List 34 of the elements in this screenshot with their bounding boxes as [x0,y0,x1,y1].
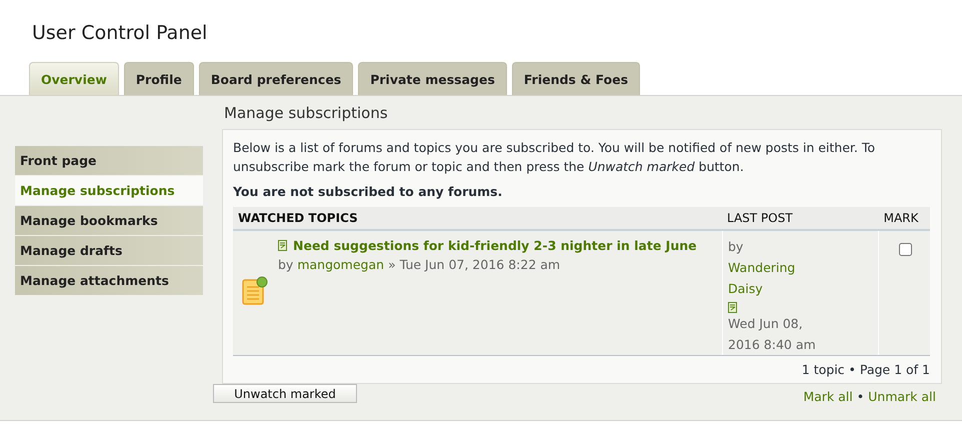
sidebar-item[interactable]: Manage attachments [15,266,203,295]
unmark-all-link[interactable]: Unmark all [868,389,936,404]
post-date: Wed Jun 08, 2016 8:40 am [728,315,817,354]
post-date: Tue Jun 07, 2016 8:22 am [400,256,560,274]
description-text: Below is a list of forums and topics you are subscribed to. You will be notified of new posts in either. To unsubscribe mark the forum or topic and then press the Unwatch marked button. [233,139,876,176]
author-link[interactable]: mangomegan [297,255,384,274]
notice-text: You are not subscribed to any forums. [233,184,504,199]
by-label: by [278,256,294,274]
separator-text: • [856,389,864,404]
unwatch-button[interactable]: Unwatch marked [213,384,357,403]
mark-checkbox[interactable] [898,243,912,256]
mark-all-link[interactable]: Mark all [803,389,853,404]
tab[interactable]: Friends & Foes [512,62,640,95]
tab[interactable]: Private messages [358,62,507,95]
sidebar-item[interactable]: Front page [15,146,203,175]
topic-link[interactable]: Need suggestions for kid-friendly 2-3 nighter in late June [293,236,697,255]
column-header: MARK [882,211,920,225]
post-icon[interactable] [728,302,738,313]
tab[interactable]: Board preferences [198,62,354,95]
topic-icon [242,276,268,306]
author-link[interactable]: Wandering Daisy [728,257,818,299]
post-icon [278,240,288,251]
separator-text: » [388,256,396,274]
pagination-text: 1 topic • Page 1 of 1 [800,361,930,377]
sidebar-item[interactable]: Manage subscriptions [15,176,203,205]
sidebar-item[interactable]: Manage drafts [15,236,203,265]
by-label: by [728,238,744,256]
column-header: WATCHED TOPICS [237,211,359,225]
column-header: LAST POST [727,211,794,225]
section-heading: Manage subscriptions [223,103,389,124]
page-title: User Control Panel [31,21,208,46]
tab[interactable]: Overview [29,62,119,95]
sidebar-item[interactable]: Manage bookmarks [15,206,203,235]
tab[interactable]: Profile [124,62,194,95]
